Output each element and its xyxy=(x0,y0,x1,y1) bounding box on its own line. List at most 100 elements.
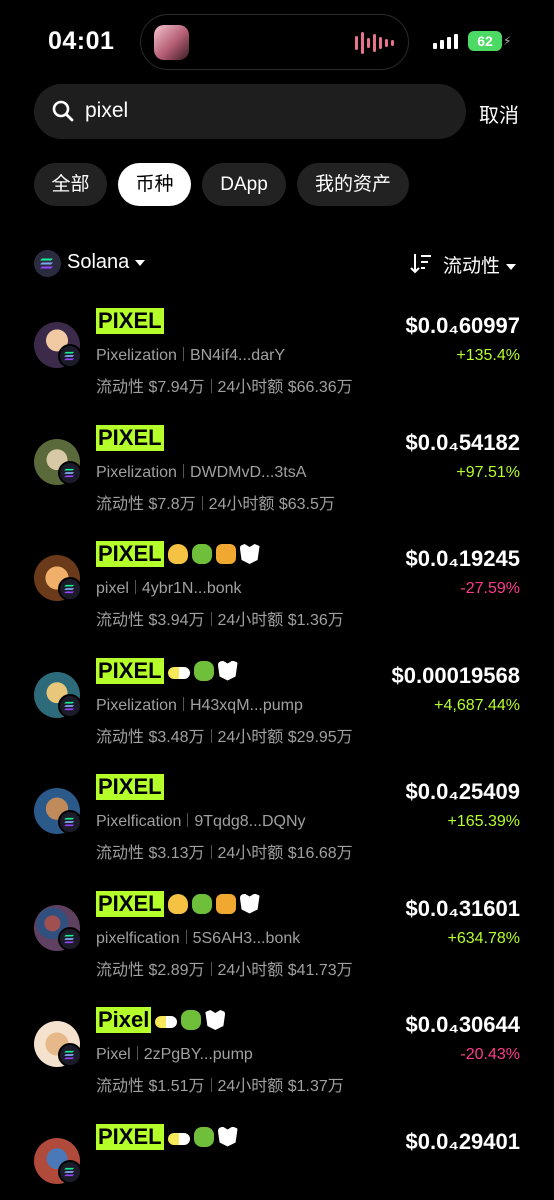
token-address[interactable]: DWDMvD...3tsA xyxy=(190,464,306,481)
token-address[interactable]: 9Tqdg8...DQNy xyxy=(194,813,305,830)
token-symbol: PIXEL xyxy=(96,774,164,800)
token-name-group: PIXEL xyxy=(96,889,260,919)
token-name-group: PIXEL xyxy=(96,656,238,686)
charging-bolt-icon: ⚡ xyxy=(503,34,512,48)
token-liquidity: 流动性 $2.89万 xyxy=(96,961,205,979)
hand-icon xyxy=(167,893,188,914)
tab-all[interactable]: 全部 xyxy=(34,163,107,206)
token-subtitle: pixel 4ybr1N...bonk xyxy=(96,580,242,598)
tab-dapp[interactable]: DApp xyxy=(202,163,286,206)
token-liquidity: 流动性 $7.94万 xyxy=(96,379,205,396)
token-price: $0.00019568 xyxy=(391,662,520,688)
token-symbol: Pixel xyxy=(96,1007,152,1033)
solana-logo-icon xyxy=(34,250,61,277)
token-subtitle: Pixelization DWDMvD...3tsA xyxy=(96,463,306,482)
divider xyxy=(182,696,184,711)
divider xyxy=(210,961,212,976)
people-icon xyxy=(215,544,236,564)
token-liquidity: 流动性 $3.48万 xyxy=(96,728,205,746)
token-stats: 流动性 $2.89万 24小时额 $41.73万 xyxy=(96,956,353,980)
token-row[interactable]: PIXEL pixel 4ybr1N...bonk 流动性 $3.94万 24小时额 $… xyxy=(34,539,520,639)
token-volume: 24小时额 $1.36万 xyxy=(217,612,344,629)
token-row[interactable]: PIXEL Pixelization H43xqM...pump 流动性 $3.48万… xyxy=(34,656,520,756)
chain-name: Solana xyxy=(67,251,130,273)
token-address[interactable]: 2zPgBY...pump xyxy=(144,1046,253,1063)
owl-icon xyxy=(239,544,260,564)
search-icon xyxy=(52,100,74,122)
token-row[interactable]: PIXEL Pixelfication 9Tqdg8...DQNy 流动性 $3.13… xyxy=(34,772,520,872)
token-name-group: PIXEL xyxy=(96,423,164,453)
token-change: +135.4% xyxy=(456,347,520,364)
token-full-name: Pixelfication xyxy=(96,813,182,830)
token-subtitle: Pixelfication 9Tqdg8...DQNy xyxy=(96,813,306,831)
token-subtitle: Pixelization H43xqM...pump xyxy=(96,696,303,715)
sort-name: 流动性 xyxy=(443,256,501,277)
money-bag-icon xyxy=(181,1010,202,1030)
hand-icon xyxy=(167,544,188,564)
token-address[interactable]: 4ybr1N...bonk xyxy=(142,580,242,597)
owl-icon xyxy=(217,1126,238,1147)
token-stats: 流动性 $7.94万 24小时额 $66.36万 xyxy=(96,373,353,397)
owl-icon xyxy=(205,1010,226,1030)
token-row[interactable]: PIXEL $0.0₄29401 xyxy=(34,1122,520,1200)
money-bag-icon xyxy=(193,1126,214,1147)
token-stats: 流动性 $7.8万 24小时额 $63.5万 xyxy=(96,490,335,514)
divider xyxy=(210,379,212,393)
search-query: pixel xyxy=(85,99,129,122)
token-change: +97.51% xyxy=(456,463,520,481)
tab-my-assets[interactable]: 我的资产 xyxy=(297,163,409,206)
token-symbol: PIXEL xyxy=(96,657,164,684)
token-symbol: PIXEL xyxy=(96,424,164,451)
divider xyxy=(185,929,187,944)
token-price: $0.0₄29401 xyxy=(405,1128,520,1154)
cancel-button[interactable]: 取消 xyxy=(479,99,519,128)
owl-icon xyxy=(217,660,238,681)
solana-badge-icon xyxy=(58,344,82,368)
chain-selector[interactable]: Solana xyxy=(67,251,146,274)
token-volume: 24小时额 $63.5万 xyxy=(208,495,335,513)
now-playing-artwork xyxy=(154,25,189,60)
token-subtitle: pixelfication 5S6AH3...bonk xyxy=(96,929,301,948)
pill-icon xyxy=(155,1016,178,1028)
solana-badge-icon xyxy=(58,926,82,951)
token-volume: 24小时额 $66.36万 xyxy=(217,379,353,396)
solana-badge-icon xyxy=(58,577,82,601)
token-stats: 流动性 $3.13万 24小时额 $16.68万 xyxy=(96,839,353,863)
token-stats: 流动性 $3.94万 24小时额 $1.36万 xyxy=(96,606,344,630)
people-icon xyxy=(215,893,236,914)
token-row[interactable]: PIXEL Pixelization DWDMvD...3tsA 流动性 $7.8万 2… xyxy=(34,423,520,523)
token-address[interactable]: BN4if4...darY xyxy=(190,347,285,364)
token-row[interactable]: PIXEL pixelfication 5S6AH3...bonk 流动性 $2.89… xyxy=(34,889,520,989)
token-name-group: PIXEL xyxy=(96,306,164,336)
token-liquidity: 流动性 $3.13万 xyxy=(96,845,205,862)
sort-icon[interactable] xyxy=(410,252,432,274)
token-volume: 24小时额 $16.68万 xyxy=(217,845,353,862)
token-address[interactable]: H43xqM...pump xyxy=(190,697,303,714)
money-bag-icon xyxy=(193,660,214,681)
dynamic-island[interactable] xyxy=(140,14,409,70)
sort-selector[interactable]: 流动性 xyxy=(443,251,517,278)
token-subtitle: Pixelization BN4if4...darY xyxy=(96,347,285,365)
token-symbol: PIXEL xyxy=(96,308,164,334)
owl-icon xyxy=(239,893,260,914)
token-price: $0.0₄31601 xyxy=(405,895,520,921)
divider xyxy=(136,1046,138,1060)
token-price: $0.0₄60997 xyxy=(405,313,520,338)
token-change: +165.39% xyxy=(447,813,520,830)
token-price: $0.0₄19245 xyxy=(405,546,520,571)
token-row[interactable]: Pixel Pixel 2zPgBY...pump 流动性 $1.51万 24小时额 $… xyxy=(34,1005,520,1105)
divider xyxy=(210,728,212,743)
token-name-group: PIXEL xyxy=(96,772,164,802)
category-tabs: 全部 币种 DApp 我的资产 xyxy=(34,163,409,206)
tab-tokens[interactable]: 币种 xyxy=(118,163,191,206)
token-address[interactable]: 5S6AH3...bonk xyxy=(193,930,301,947)
status-time: 04:01 xyxy=(48,27,115,55)
token-price: $0.0₄54182 xyxy=(405,429,520,455)
token-full-name: Pixelization xyxy=(96,463,177,481)
token-change: +634.78% xyxy=(447,929,520,947)
token-row[interactable]: PIXEL Pixelization BN4if4...darY 流动性 $7.94万… xyxy=(34,306,520,406)
solana-badge-icon xyxy=(58,693,82,718)
pill-icon xyxy=(167,1132,190,1145)
search-input[interactable]: pixel xyxy=(34,84,466,139)
money-bag-icon xyxy=(191,544,212,564)
